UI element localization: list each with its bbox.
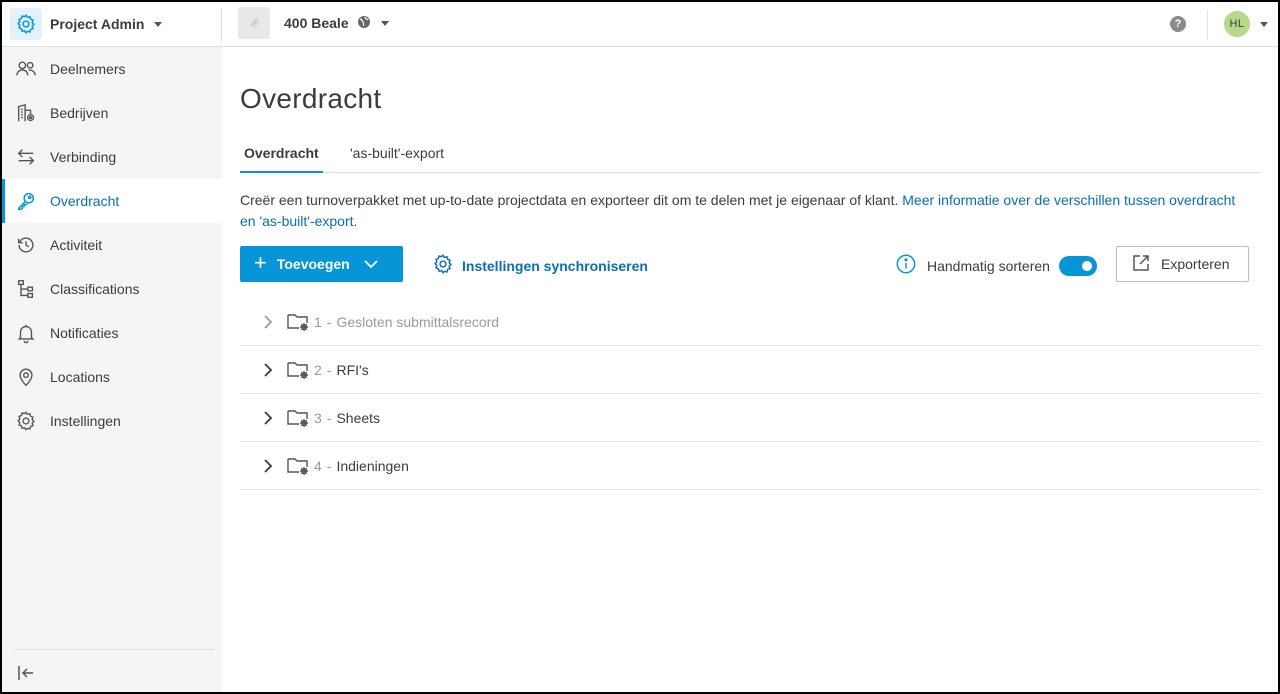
- sidebar-item-deelnemers[interactable]: Deelnemers: [2, 47, 222, 91]
- sidebar: Deelnemers Bedrijven Verbinding Overdrac…: [2, 47, 222, 692]
- chevron-down-icon: [364, 256, 378, 272]
- sidebar-item-instellingen[interactable]: Instellingen: [2, 399, 222, 443]
- gear-icon: [10, 8, 42, 40]
- sidebar-item-notificaties[interactable]: Notificaties: [2, 311, 222, 355]
- tree-icon: [14, 277, 38, 301]
- project-name: 400 Beale: [284, 15, 349, 31]
- list-item: 2- RFI's: [240, 346, 1261, 394]
- building-icon: [14, 101, 38, 125]
- chevron-right-icon[interactable]: [260, 362, 276, 378]
- sidebar-item-verbinding[interactable]: Verbinding: [2, 135, 222, 179]
- separator: -: [326, 409, 332, 426]
- sidebar-item-label: Overdracht: [50, 193, 120, 209]
- folder-settings-icon: [286, 407, 310, 429]
- chevron-right-icon[interactable]: [260, 410, 276, 426]
- page-title: Overdracht: [240, 83, 382, 114]
- chevron-right-icon[interactable]: [260, 458, 276, 474]
- toolbar: + Toevoegen Instellingen synchroniseren …: [240, 246, 1250, 282]
- item-number: 3: [314, 409, 322, 426]
- item-name: Indieningen: [336, 457, 409, 474]
- user-menu[interactable]: HL: [1224, 11, 1268, 37]
- folder-settings-icon: [286, 311, 310, 333]
- chevron-down-icon: [1260, 21, 1268, 27]
- item-name: RFI's: [336, 361, 369, 378]
- sidebar-item-locations[interactable]: Locations: [2, 355, 222, 399]
- item-number: 2: [314, 361, 322, 378]
- chevron-down-icon: [154, 21, 163, 27]
- sidebar-item-classifications[interactable]: Classifications: [2, 267, 222, 311]
- project-thumbnail: [238, 7, 270, 39]
- folder-settings-icon: [286, 455, 310, 477]
- project-switcher[interactable]: 400 Beale: [238, 6, 389, 40]
- item-number: 4: [314, 457, 322, 474]
- gear-icon: [14, 409, 38, 433]
- divider: [1207, 10, 1208, 40]
- manual-sort-label: Handmatig sorteren: [927, 257, 1050, 274]
- manual-sort-control: Handmatig sorteren: [895, 253, 1097, 278]
- turnover-list: 1- Gesloten submittalsrecord 2- RFI's 3 …: [240, 298, 1261, 490]
- sidebar-item-bedrijven[interactable]: Bedrijven: [2, 91, 222, 135]
- sidebar-item-label: Activiteit: [50, 237, 103, 253]
- export-button[interactable]: Exporteren: [1116, 246, 1249, 282]
- tab-overdracht[interactable]: Overdracht: [240, 145, 323, 173]
- list-item: 1- Gesloten submittalsrecord: [240, 298, 1261, 346]
- avatar: HL: [1224, 11, 1250, 37]
- map-pin-icon: [14, 365, 38, 389]
- app-window: Project Admin 400 Beale ? HL Deelnemers …: [0, 0, 1280, 694]
- sidebar-item-label: Verbinding: [50, 149, 117, 165]
- people-icon: [14, 57, 38, 81]
- plus-icon: +: [254, 250, 267, 275]
- tab-bar: Overdracht 'as-built'-export: [240, 145, 1261, 173]
- list-item: 4- Indieningen: [240, 442, 1261, 490]
- separator: -: [326, 457, 332, 474]
- separator: -: [326, 361, 332, 378]
- sidebar-item-label: Notificaties: [50, 325, 119, 341]
- sync-settings-label: Instellingen synchroniseren: [462, 257, 648, 274]
- top-bar: Project Admin 400 Beale ? HL: [2, 2, 1278, 47]
- app-name: Project Admin: [50, 16, 145, 32]
- export-icon: [1131, 253, 1151, 276]
- help-icon[interactable]: ?: [1170, 16, 1186, 32]
- sidebar-item-activiteit[interactable]: Activiteit: [2, 223, 222, 267]
- chevron-down-icon: [380, 20, 389, 26]
- add-button[interactable]: + Toevoegen: [240, 246, 403, 282]
- separator: -: [326, 313, 332, 330]
- divider: [14, 649, 214, 650]
- sidebar-item-label: Bedrijven: [50, 105, 109, 121]
- sidebar-item-label: Deelnemers: [50, 61, 126, 77]
- app-switcher[interactable]: Project Admin: [10, 6, 163, 42]
- description: Creër een turnoverpakket met up-to-date …: [240, 190, 1250, 232]
- info-icon[interactable]: [895, 253, 917, 278]
- bell-icon: [14, 321, 38, 345]
- sidebar-item-label: Classifications: [50, 281, 140, 297]
- item-name: Gesloten submittalsrecord: [336, 313, 500, 330]
- manual-sort-toggle[interactable]: [1058, 255, 1097, 276]
- sync-settings-button[interactable]: Instellingen synchroniseren: [432, 253, 648, 278]
- globe-icon: [357, 15, 371, 32]
- chevron-right-icon[interactable]: [260, 314, 276, 330]
- item-number: 1: [314, 313, 322, 330]
- add-button-label: Toevoegen: [276, 256, 350, 272]
- description-text: Creër een turnoverpakket met up-to-date …: [240, 192, 903, 208]
- arrows-swap-icon: [14, 145, 38, 169]
- list-item: 3- Sheets: [240, 394, 1261, 442]
- tab-as-built-export[interactable]: 'as-built'-export: [350, 145, 444, 173]
- item-name: Sheets: [336, 409, 381, 426]
- export-button-label: Exporteren: [1161, 256, 1230, 272]
- gear-icon: [432, 253, 454, 278]
- history-icon: [14, 233, 38, 257]
- collapse-sidebar-icon[interactable]: [14, 661, 38, 685]
- folder-settings-icon: [286, 359, 310, 381]
- sidebar-item-label: Locations: [50, 369, 110, 385]
- sidebar-item-overdracht[interactable]: Overdracht: [2, 179, 222, 223]
- key-icon: [14, 189, 38, 213]
- divider: [221, 8, 222, 42]
- sidebar-item-label: Instellingen: [50, 413, 121, 429]
